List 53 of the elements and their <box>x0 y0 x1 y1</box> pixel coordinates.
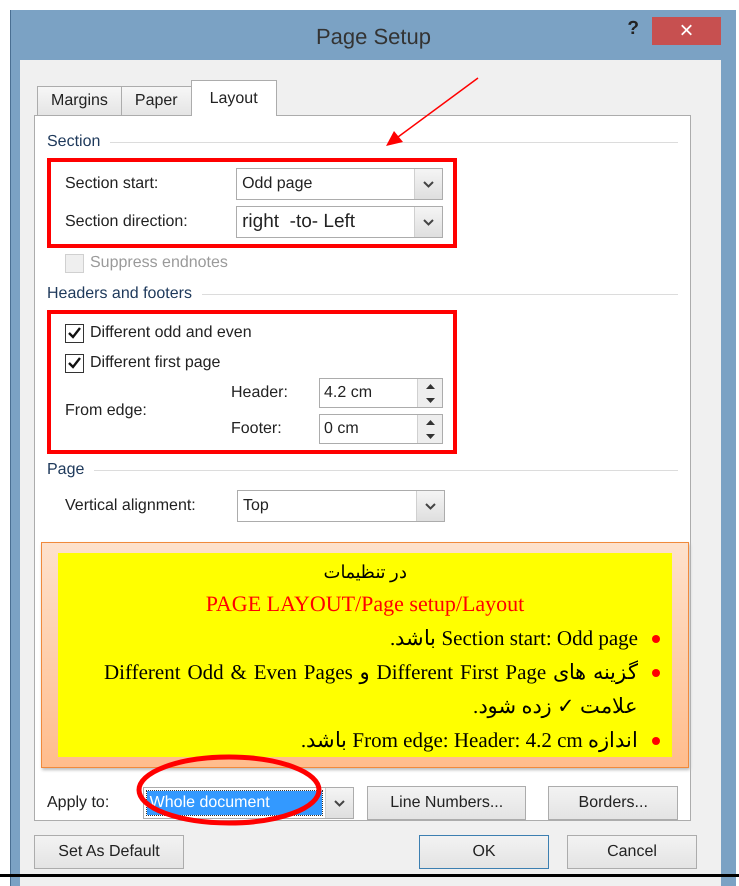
dropdown-arrow-button[interactable] <box>324 788 353 818</box>
field-label: Section direction: <box>65 213 189 231</box>
dropdown-arrow-button[interactable] <box>414 207 442 237</box>
menu-path-text: PAGE LAYOUT/Page setup/Layout <box>206 590 524 618</box>
note-text: گزینه های Different First Page و Different Odd & Even Pages علامت ✓ زده شود. <box>104 659 638 720</box>
dialog-button[interactable]: OK <box>419 835 549 869</box>
tab[interactable]: Layout <box>190 80 277 116</box>
spin-field[interactable]: 0 cm <box>319 414 443 444</box>
dropdown[interactable]: right -to- Left <box>236 206 443 238</box>
group-heading: Section <box>47 133 100 151</box>
caret-icon <box>423 180 434 188</box>
checkmark-icon <box>68 327 81 339</box>
close-button[interactable]: × <box>652 17 721 45</box>
down-triangle-icon <box>426 398 434 402</box>
borders-button[interactable]: Borders... <box>548 786 678 820</box>
window-title: Page Setup <box>316 24 431 50</box>
group-heading: Page <box>47 461 84 479</box>
dialog-button[interactable]: Cancel <box>567 835 697 869</box>
checkbox[interactable] <box>65 324 84 342</box>
dialog-button[interactable]: Set As Default <box>34 835 184 869</box>
group-heading: Headers and footers <box>47 285 192 303</box>
field-label: Section start: <box>65 175 160 193</box>
field-label: From edge: <box>65 402 148 420</box>
bullet-dot <box>652 669 660 677</box>
checkbox[interactable] <box>65 354 84 372</box>
line-numbers-button[interactable]: Line Numbers... <box>366 786 526 820</box>
field-label: Vertical alignment: <box>65 497 197 515</box>
bullet-dot <box>652 737 660 745</box>
note-text: اندازه From edge: Header: 4.2 cm باشد. <box>300 727 638 754</box>
dropdown[interactable]: Top <box>237 490 445 522</box>
dropdown-arrow-button[interactable] <box>416 491 444 521</box>
checkbox-label: Different first page <box>90 354 220 372</box>
checkbox-label: Suppress endnotes <box>90 254 228 272</box>
caret-icon <box>334 800 345 806</box>
dropdown-arrow-button[interactable] <box>414 169 442 199</box>
dropdown[interactable]: Odd page <box>236 168 443 200</box>
field-label: Footer: <box>231 420 283 438</box>
checkbox-label: Different odd and even <box>90 324 252 342</box>
down-triangle-icon <box>426 434 434 438</box>
spin-field[interactable]: 4.2 cm <box>319 378 443 408</box>
tab[interactable]: Margins <box>37 86 122 116</box>
field-label: Apply to: <box>47 794 110 812</box>
bullet-dot <box>652 635 660 643</box>
up-triangle-icon <box>426 384 434 388</box>
help-button[interactable]: ? <box>627 18 639 40</box>
note-text: Section start: Odd page باشد. <box>388 625 638 652</box>
field-label: Header: <box>231 384 289 402</box>
note-title: در تنظیمات <box>323 561 407 584</box>
tab[interactable]: Paper <box>120 86 192 116</box>
up-triangle-icon <box>426 420 434 424</box>
caret-icon <box>423 218 434 226</box>
caret-icon <box>425 502 436 510</box>
checkmark-icon <box>68 357 81 369</box>
